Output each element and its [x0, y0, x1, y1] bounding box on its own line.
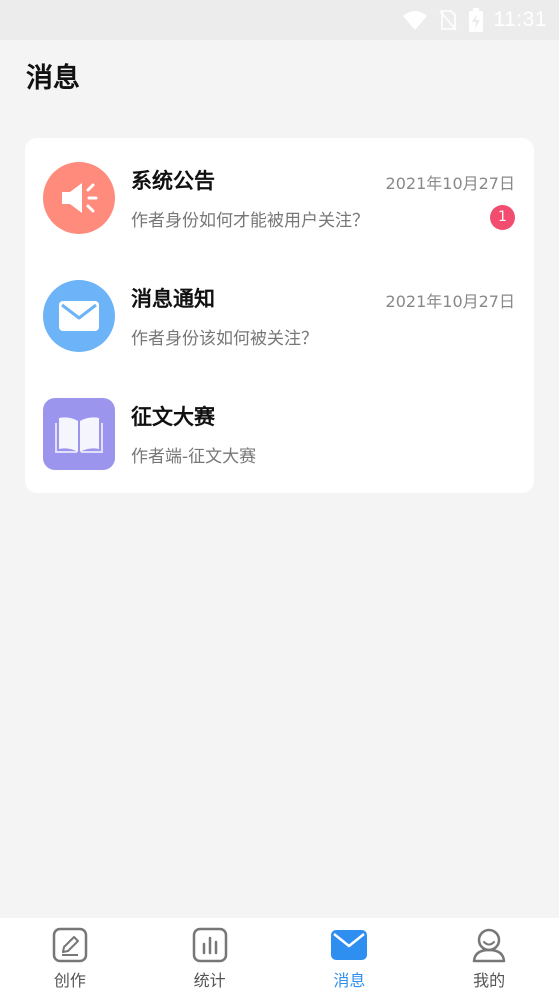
- tab-label: 我的: [473, 971, 506, 990]
- tab-label: 消息: [333, 971, 366, 990]
- message-title: 征文大赛: [131, 405, 215, 429]
- wifi-icon: [402, 11, 427, 30]
- no-sim-icon: [438, 10, 457, 31]
- battery-charging-icon: [468, 8, 483, 32]
- message-list: 系统公告 2021年10月27日 作者身份如何才能被用户关注？ 1 消息通知 2…: [25, 138, 534, 493]
- message-preview: 作者端-征文大赛: [131, 447, 257, 467]
- status-bar: 11:31: [0, 0, 559, 40]
- tab-create[interactable]: 创作: [0, 918, 140, 995]
- envelope-icon: [43, 280, 115, 352]
- tab-stats[interactable]: 统计: [140, 918, 280, 995]
- message-item-notifications[interactable]: 消息通知 2021年10月27日 作者身份该如何被关注？: [25, 256, 534, 374]
- message-title: 消息通知: [131, 287, 215, 311]
- unread-badge: 1: [490, 205, 515, 230]
- user-icon: [470, 926, 508, 964]
- edit-icon: [51, 926, 89, 964]
- message-icon: [330, 926, 368, 964]
- status-icons: 11:31: [402, 6, 548, 34]
- megaphone-icon: [43, 162, 115, 234]
- book-icon: [43, 398, 115, 470]
- tab-label: 创作: [53, 971, 86, 990]
- chart-icon: [191, 926, 229, 964]
- page-title: 消息: [26, 63, 80, 94]
- bottom-tab-bar: 创作 统计 消息 我的: [0, 918, 559, 995]
- tab-label: 统计: [193, 971, 226, 990]
- message-item-system-announcement[interactable]: 系统公告 2021年10月27日 作者身份如何才能被用户关注？ 1: [25, 138, 534, 256]
- message-date: 2021年10月27日: [385, 174, 515, 193]
- message-title: 系统公告: [131, 169, 215, 193]
- message-preview: 作者身份该如何被关注？: [131, 329, 318, 349]
- message-preview: 作者身份如何才能被用户关注？: [131, 211, 369, 231]
- message-date: 2021年10月27日: [385, 292, 515, 311]
- tab-messages[interactable]: 消息: [280, 918, 420, 995]
- tab-profile[interactable]: 我的: [419, 918, 559, 995]
- status-time: 11:31: [493, 8, 547, 31]
- message-item-essay-contest[interactable]: 征文大赛 作者端-征文大赛: [25, 374, 534, 492]
